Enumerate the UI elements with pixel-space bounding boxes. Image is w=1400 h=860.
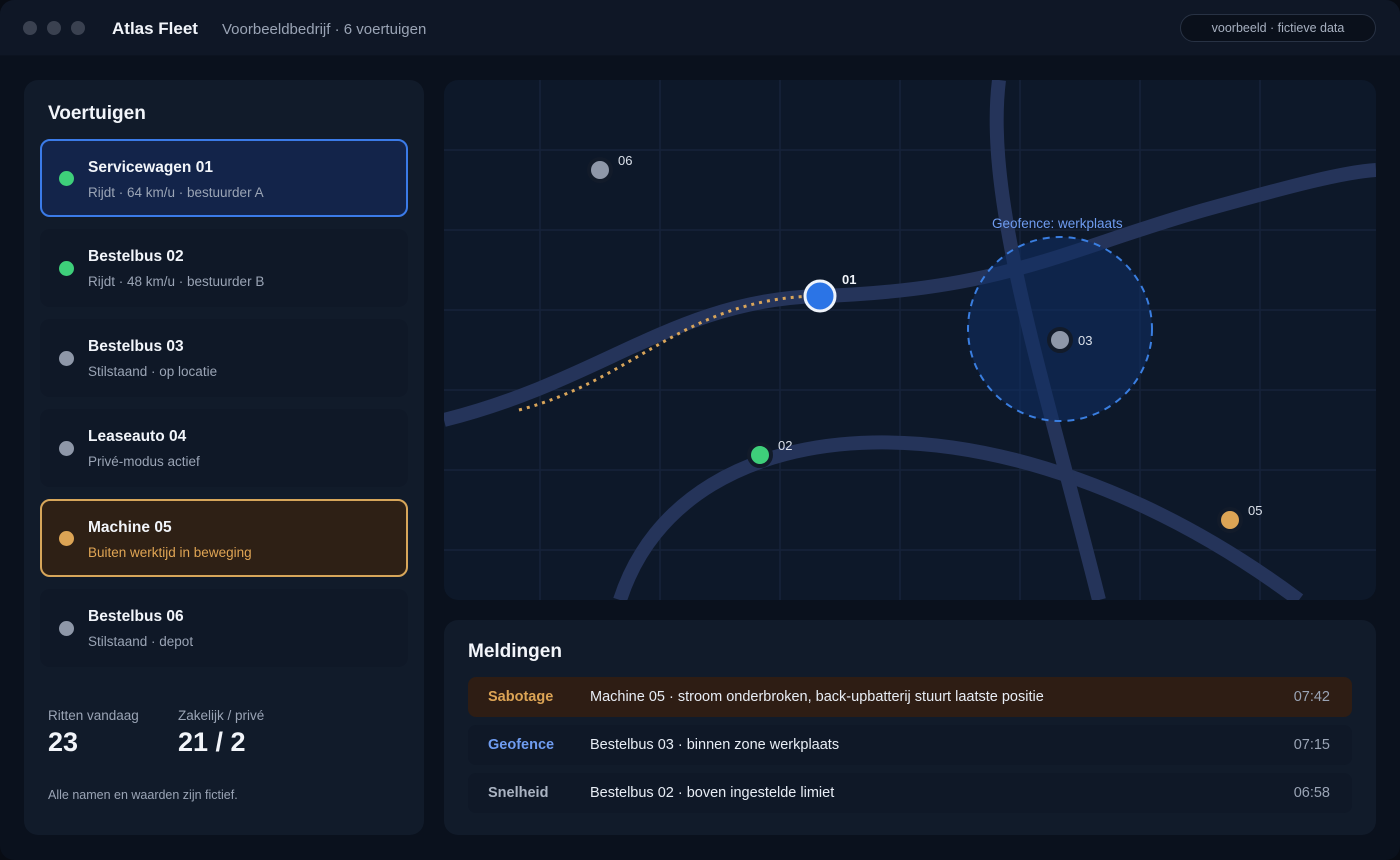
status-dot <box>59 261 74 276</box>
sample-data-badge: voorbeeld · fictieve data <box>1180 14 1376 42</box>
app-title: Atlas Fleet <box>112 19 198 38</box>
vehicle-status: Privé-modus actief <box>88 454 200 469</box>
vehicle-status: Stilstaand · depot <box>88 634 194 649</box>
app-subtitle: Voorbeeldbedrijf · 6 voertuigen <box>222 21 427 38</box>
alert-message: Bestelbus 03 · binnen zone werkplaats <box>590 737 840 753</box>
title-bar: Atlas Fleet Voorbeeldbedrijf · 6 voertui… <box>0 0 1400 56</box>
vehicle-name: Leaseauto 04 <box>88 428 187 445</box>
vehicle-name: Bestelbus 02 <box>88 248 184 265</box>
window-maximize-button[interactable] <box>71 21 85 35</box>
alert-time: 07:42 <box>1293 689 1330 705</box>
alert-time: 06:58 <box>1293 785 1330 801</box>
sidebar-title: Voertuigen <box>48 103 146 124</box>
business-private-label: Zakelijk / privé <box>178 708 265 723</box>
vehicle-name: Bestelbus 03 <box>88 338 184 355</box>
marker-label: 02 <box>778 438 792 453</box>
alert-time: 07:15 <box>1293 737 1330 753</box>
road-main <box>444 163 1376 427</box>
geofence-label: Geofence: werkplaats <box>992 216 1123 231</box>
vehicle-sidebar: Voertuigen Servicewagen 01 Rijdt · 64 km… <box>24 80 424 835</box>
vehicle-card-bestelbus-06[interactable]: Bestelbus 06 Stilstaand · depot <box>40 589 408 667</box>
fleet-map[interactable]: Geofence: werkplaats 06 01 03 02 05 <box>444 80 1376 600</box>
vehicle-marker-02[interactable]: 02 <box>747 438 792 468</box>
vehicle-status: Rijdt · 64 km/u · bestuurder A <box>88 185 264 200</box>
app-window: Atlas Fleet Voorbeeldbedrijf · 6 voertui… <box>0 0 1400 860</box>
vehicle-card-leaseauto-04[interactable]: Leaseauto 04 Privé-modus actief <box>40 409 408 487</box>
vehicle-status: Stilstaand · op locatie <box>88 364 218 379</box>
vehicle-name: Bestelbus 06 <box>88 608 184 625</box>
status-dot <box>59 171 74 186</box>
alert-row-geofence[interactable]: Geofence Bestelbus 03 · binnen zone werk… <box>468 725 1352 765</box>
marker-label: 05 <box>1248 503 1262 518</box>
alerts-panel: Meldingen Sabotage Machine 05 · stroom o… <box>444 620 1376 835</box>
status-dot <box>59 351 74 366</box>
alert-row-snelheid[interactable]: Snelheid Bestelbus 02 · boven ingestelde… <box>468 773 1352 813</box>
status-dot <box>59 441 74 456</box>
vehicle-card-servicewagen-01[interactable]: Servicewagen 01 Rijdt · 64 km/u · bestuu… <box>40 139 408 217</box>
fictional-data-note: Alle namen en waarden zijn fictief. <box>48 788 238 802</box>
marker-label: 01 <box>842 272 856 287</box>
marker-label: 03 <box>1078 333 1092 348</box>
status-dot <box>59 621 74 636</box>
trips-today-value: 23 <box>48 727 79 757</box>
alert-type: Geofence <box>488 737 555 753</box>
road-south-arc <box>613 435 1304 600</box>
alert-message: Machine 05 · stroom onderbroken, back-up… <box>590 689 1044 705</box>
marker-label: 06 <box>618 153 632 168</box>
vehicle-name: Machine 05 <box>88 519 172 536</box>
vehicle-marker-05[interactable]: 05 <box>1217 503 1262 533</box>
status-dot <box>59 531 74 546</box>
window-minimize-button[interactable] <box>47 21 61 35</box>
travelled-route <box>518 294 815 412</box>
alert-type: Snelheid <box>488 785 549 801</box>
alert-type: Sabotage <box>488 689 554 705</box>
vehicle-card-machine-05[interactable]: Machine 05 Buiten werktijd in beweging <box>40 499 408 577</box>
vehicle-name: Servicewagen 01 <box>88 159 213 176</box>
vehicle-marker-06[interactable]: 06 <box>587 153 632 183</box>
vehicle-status: Buiten werktijd in beweging <box>88 545 252 560</box>
map-canvas: Geofence: werkplaats 06 01 03 02 05 <box>444 80 1376 600</box>
alert-row-sabotage[interactable]: Sabotage Machine 05 · stroom onderbroken… <box>468 677 1352 717</box>
vehicle-status: Rijdt · 48 km/u · bestuurder B <box>88 274 265 289</box>
window-close-button[interactable] <box>23 21 37 35</box>
trips-today-label: Ritten vandaag <box>48 708 139 723</box>
alerts-title: Meldingen <box>468 641 562 662</box>
vehicle-card-bestelbus-03[interactable]: Bestelbus 03 Stilstaand · op locatie <box>40 319 408 397</box>
business-private-value: 21 / 2 <box>178 727 246 757</box>
alert-message: Bestelbus 02 · boven ingestelde limiet <box>590 785 835 801</box>
vehicle-card-bestelbus-02[interactable]: Bestelbus 02 Rijdt · 48 km/u · bestuurde… <box>40 229 408 307</box>
